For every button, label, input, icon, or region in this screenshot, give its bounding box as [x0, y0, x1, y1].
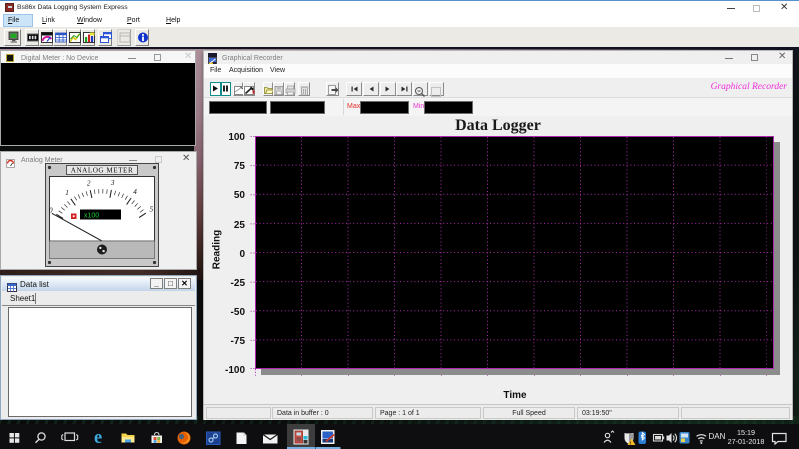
svg-text:1: 1: [65, 189, 69, 197]
svg-text:3: 3: [110, 179, 115, 187]
svg-text:x100: x100: [84, 213, 99, 220]
svg-text:4: 4: [133, 188, 137, 196]
svg-text:2: 2: [87, 179, 91, 187]
svg-text:ANALOG METER: ANALOG METER: [71, 167, 134, 175]
svg-text:e: e: [94, 428, 102, 448]
svg-text:5: 5: [150, 205, 154, 213]
